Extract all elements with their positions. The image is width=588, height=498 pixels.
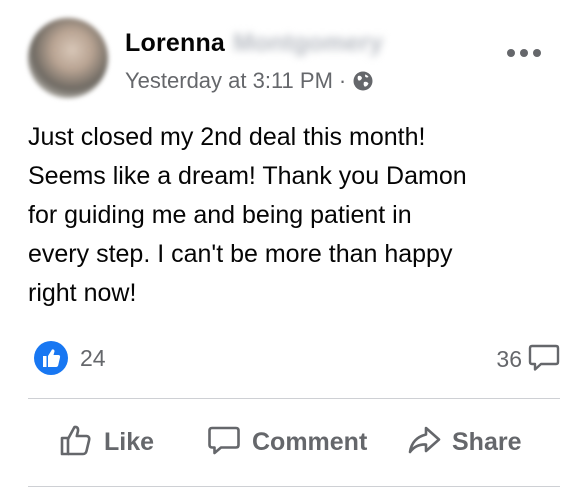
share-label: Share [452, 427, 522, 456]
thumbs-up-icon [58, 422, 94, 463]
like-reaction-icon [34, 341, 68, 375]
post-timestamp[interactable]: Yesterday at 3:11 PM [125, 68, 333, 94]
post-card: Lorenna Montgomery Yesterday at 3:11 PM … [0, 0, 588, 498]
divider [28, 398, 560, 399]
like-label: Like [104, 427, 155, 456]
post-meta: Yesterday at 3:11 PM · [125, 66, 374, 96]
comment-icon [206, 422, 242, 463]
comment-button[interactable]: Comment [206, 422, 367, 462]
more-dots-icon [507, 49, 541, 57]
comment-label: Comment [252, 427, 368, 456]
comment-bubble-icon [528, 341, 560, 378]
more-options-button[interactable] [504, 40, 544, 66]
post-text: Just closed my 2nd deal this month! Seem… [28, 123, 467, 307]
author-row: Lorenna Montgomery [125, 26, 383, 60]
comment-count: 36 [496, 345, 522, 372]
avatar[interactable] [28, 18, 108, 98]
author-last-name-blurred: Montgomery [233, 28, 384, 57]
author-first-name[interactable]: Lorenna [125, 29, 225, 58]
comments-summary[interactable]: 36 [496, 340, 560, 378]
reaction-count: 24 [80, 344, 106, 371]
share-arrow-icon [406, 422, 442, 463]
share-button[interactable]: Share [406, 422, 521, 462]
globe-icon[interactable] [352, 70, 374, 92]
divider [28, 486, 560, 487]
like-button[interactable]: Like [58, 422, 154, 462]
meta-separator: · [338, 68, 347, 93]
reactions-summary[interactable]: 24 [34, 338, 106, 378]
action-bar: Like Comment Share [28, 408, 560, 476]
